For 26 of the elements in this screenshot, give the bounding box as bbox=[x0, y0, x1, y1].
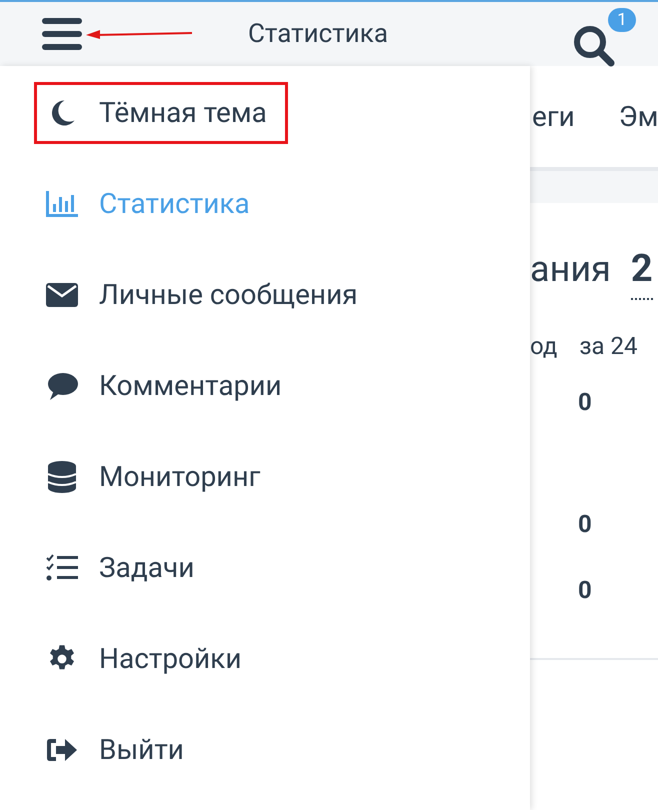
search-icon[interactable] bbox=[572, 24, 616, 68]
logout-icon bbox=[46, 737, 78, 763]
notification-badge: 1 bbox=[608, 8, 636, 32]
heading-value: 2 bbox=[630, 241, 653, 300]
drawer-menu-item[interactable]: Выйти bbox=[34, 719, 205, 781]
drawer-menu-item[interactable]: Задачи bbox=[34, 537, 216, 599]
bar-chart-icon bbox=[46, 191, 78, 217]
database-icon bbox=[48, 461, 76, 493]
table-cell-text: 0 bbox=[578, 509, 593, 540]
card-heading: ания bbox=[530, 247, 611, 292]
speech-bubble-icon bbox=[46, 372, 78, 400]
drawer-menu-item[interactable]: Комментарии bbox=[34, 355, 303, 417]
drawer-menu-item[interactable]: Тёмная тема bbox=[34, 82, 288, 144]
envelope-icon bbox=[46, 283, 78, 307]
menu-icon[interactable] bbox=[42, 18, 82, 50]
tab[interactable]: еги bbox=[532, 96, 575, 138]
column-header: за 24 bbox=[579, 331, 638, 362]
drawer-menu-item[interactable]: Мониторинг bbox=[34, 446, 282, 508]
table-cell-text: 0 bbox=[578, 387, 593, 418]
table-cell-text: 0 bbox=[578, 575, 593, 606]
checklist-icon bbox=[46, 554, 78, 582]
tab[interactable]: Эм bbox=[618, 96, 658, 138]
drawer-menu-item[interactable]: Настройки bbox=[34, 628, 262, 690]
drawer-menu-item[interactable]: Личные сообщения bbox=[34, 264, 379, 326]
page-title: Статистика bbox=[248, 18, 388, 51]
column-header: од bbox=[530, 331, 558, 362]
